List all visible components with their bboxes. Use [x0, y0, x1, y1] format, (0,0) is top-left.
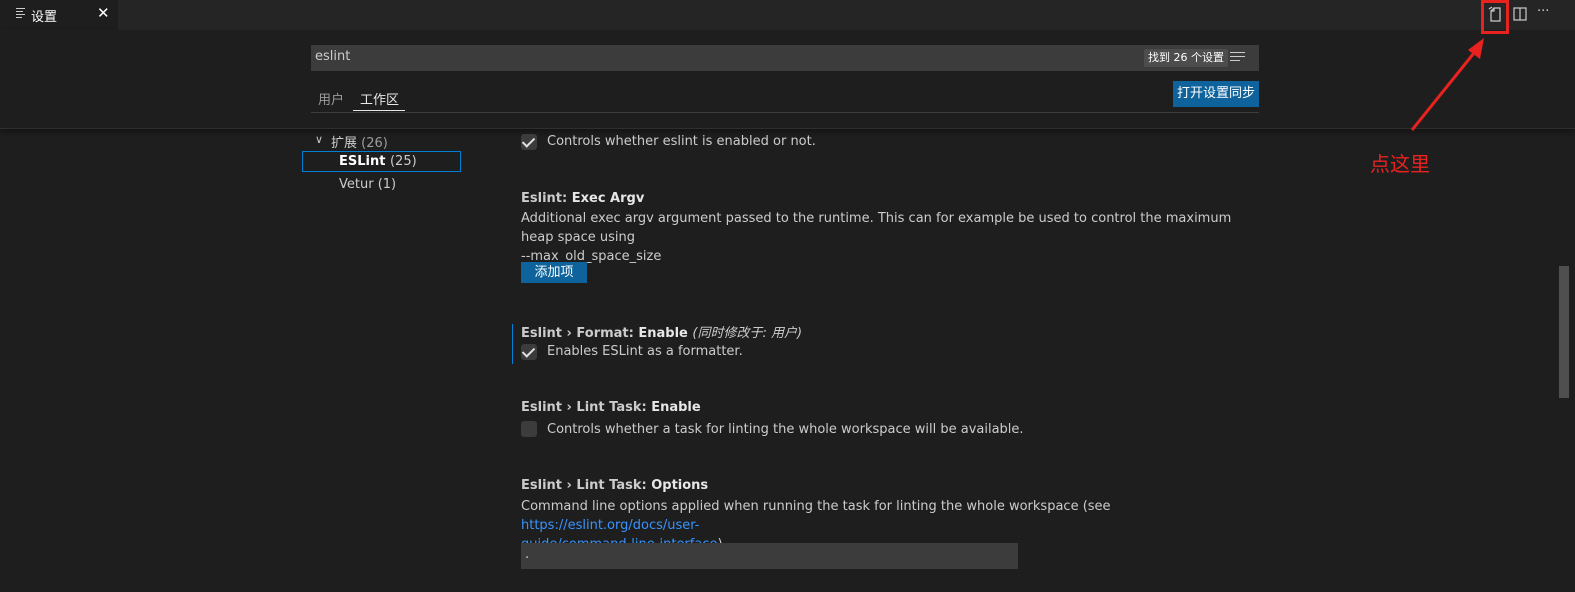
exec-argv-desc-line2: --max_old_space_size: [521, 249, 662, 264]
more-icon[interactable]: ···: [1537, 4, 1553, 20]
check-icon: [521, 344, 536, 358]
format-enable-checkbox[interactable]: [521, 344, 537, 360]
modified-elsewhere-indicator[interactable]: (同时修改于: 用户): [692, 326, 802, 341]
tab-user[interactable]: 用户: [318, 89, 344, 108]
tab-label: 设置: [31, 10, 58, 25]
setting-category: Eslint › Lint Task:: [521, 478, 652, 493]
toc-item-count: (1): [377, 177, 397, 192]
check-icon: [521, 134, 536, 148]
toc-item-label: Vetur: [339, 177, 374, 192]
annotation-arrow: [1410, 38, 1484, 131]
eslint-docs-link[interactable]: https://eslint.org/docs/user-: [521, 518, 699, 533]
split-editor-icon[interactable]: [1512, 6, 1528, 22]
add-item-button[interactable]: 添加项: [521, 262, 587, 283]
setting-category: Eslint › Format:: [521, 326, 639, 341]
toc-group-extensions[interactable]: 扩展 (26): [331, 132, 388, 151]
setting-key: Exec Argv: [571, 191, 645, 206]
input-value: .: [525, 547, 530, 562]
filter-icon[interactable]: [1230, 52, 1245, 64]
focused-setting-indicator: [512, 324, 513, 364]
annotation-highlight-box: [1481, 0, 1509, 34]
toc-group-label: 扩展: [331, 136, 358, 151]
setting-key: Enable: [638, 326, 688, 341]
setting-category: Eslint:: [521, 191, 572, 206]
toc-item-eslint[interactable]: ESLint (25): [339, 154, 417, 169]
lint-task-enable-checkbox[interactable]: [521, 421, 537, 437]
result-count-badge: 找到 26 个设置: [1144, 49, 1228, 67]
lint-task-enable-title: Eslint › Lint Task: Enable: [521, 400, 701, 415]
toc-group-count: (26): [361, 136, 388, 151]
setting-key: Enable: [651, 400, 701, 415]
tab-workspace[interactable]: 工作区: [360, 89, 399, 108]
active-tab-underline: [353, 110, 405, 111]
format-enable-title: Eslint › Format: Enable (同时修改于: 用户): [521, 322, 802, 341]
toc-item-count: (25): [389, 154, 417, 169]
toc-item-vetur[interactable]: Vetur (1): [339, 177, 396, 192]
open-settings-sync-button[interactable]: 打开设置同步: [1173, 81, 1260, 107]
eslint-enable-checkbox[interactable]: [521, 134, 537, 150]
eslint-enable-description: Controls whether eslint is enabled or no…: [547, 134, 816, 149]
format-enable-description: Enables ESLint as a formatter.: [547, 344, 743, 359]
chevron-down-icon[interactable]: ∨: [315, 133, 323, 146]
search-input[interactable]: eslint 找到 26 个设置: [311, 45, 1259, 71]
toc-item-label: ESLint: [339, 154, 386, 169]
lint-task-enable-description: Controls whether a task for linting the …: [547, 422, 1024, 437]
scope-divider: [311, 112, 1259, 113]
scrollbar-thumb[interactable]: [1559, 266, 1569, 398]
search-value: eslint: [315, 49, 351, 64]
setting-key: Options: [651, 478, 709, 493]
settings-file-icon: [16, 8, 25, 18]
exec-argv-title: Eslint: Exec Argv: [521, 191, 644, 206]
desc-text: Command line options applied when runnin…: [521, 499, 1111, 514]
annotation-label: 点这里: [1370, 152, 1430, 176]
exec-argv-description: Additional exec argv argument passed to …: [521, 209, 1251, 266]
tab-bar: [0, 0, 1575, 30]
lint-task-options-title: Eslint › Lint Task: Options: [521, 478, 708, 493]
exec-argv-desc-line1: Additional exec argv argument passed to …: [521, 211, 1232, 245]
setting-category: Eslint › Lint Task:: [521, 400, 652, 415]
close-icon[interactable]: ✕: [97, 4, 110, 22]
lint-task-options-input[interactable]: .: [521, 543, 1018, 569]
tab-settings[interactable]: 设置 ✕: [0, 0, 118, 30]
